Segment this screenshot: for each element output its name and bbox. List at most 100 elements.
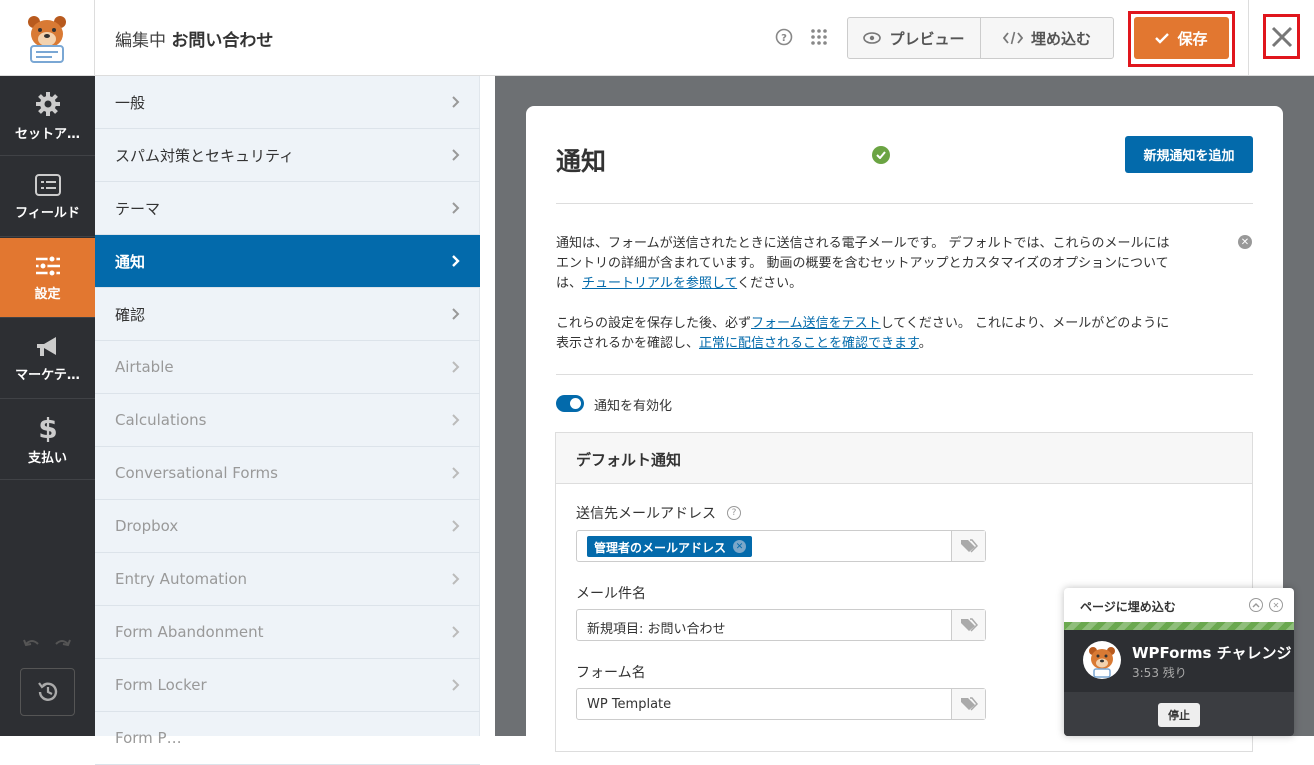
panel-title: 通知 — [556, 147, 607, 176]
settings-item-form-locker[interactable]: Form Locker — [95, 659, 480, 712]
toggle-label: 通知を有効化 — [594, 399, 673, 414]
settings-item-notifications[interactable]: 通知 — [95, 235, 480, 288]
chevron-right-icon — [452, 255, 460, 267]
close-button[interactable] — [1263, 14, 1300, 59]
chevron-right-icon — [452, 149, 460, 161]
history-icon — [37, 682, 57, 701]
tutorial-link[interactable]: チュートリアルを参照して — [582, 276, 737, 291]
send-to-field[interactable]: 管理者のメールアドレス ✕ — [576, 530, 986, 562]
megaphone-icon — [36, 336, 56, 356]
sidebar-item-label: フィールド — [15, 205, 80, 221]
divider — [556, 374, 1253, 375]
info-text-2: これらの設定を保存した後、必ずフォーム送信をテストしてください。 これにより、メ… — [556, 314, 1226, 354]
bear-avatar-icon — [1083, 641, 1121, 679]
tags-icon — [960, 539, 978, 553]
embed-button[interactable]: 埋め込む — [980, 18, 1113, 58]
settings-item-label: Form Locker — [115, 676, 207, 694]
info-line: 表示されるかを確認し、 — [556, 336, 700, 351]
delivery-link[interactable]: 正常に配信されることを確認できます — [699, 336, 919, 351]
preview-button[interactable]: プレビュー — [848, 18, 980, 58]
sliders-icon — [35, 254, 60, 277]
chevron-right-icon — [452, 202, 460, 214]
smart-tags-button[interactable] — [951, 610, 985, 640]
dollar-icon: $ — [38, 414, 57, 442]
settings-item-label: Form Abandonment — [115, 623, 264, 641]
info-line: 。 — [918, 336, 932, 351]
list-icon — [34, 173, 61, 196]
info-text-1: 通知は、フォームが送信されたときに送信される電子メールです。 デフォルトでは、こ… — [556, 234, 1226, 294]
smart-tags-button[interactable] — [951, 531, 985, 561]
close-icon[interactable]: ✕ — [1269, 598, 1283, 612]
save-button[interactable]: 保存 — [1134, 17, 1229, 59]
chevron-right-icon — [452, 361, 460, 373]
settings-item-spam[interactable]: スパム対策とセキュリティ — [95, 129, 480, 182]
settings-item-general[interactable]: 一般 — [95, 76, 480, 129]
embed-label: 埋め込む — [1030, 29, 1091, 48]
help-icon[interactable]: ? — [727, 506, 741, 520]
settings-item-calculations[interactable]: Calculations — [95, 394, 480, 447]
help-icon[interactable]: ? — [775, 28, 793, 46]
info-line: ください。 — [737, 276, 803, 291]
chevron-right-icon — [452, 96, 460, 108]
info-line: は、 — [556, 276, 583, 291]
eye-icon — [863, 32, 882, 44]
sidebar-item-payments[interactable]: $ 支払い — [0, 400, 95, 480]
remove-chip-icon[interactable]: ✕ — [733, 540, 747, 553]
undo-icon[interactable] — [23, 639, 39, 647]
challenge-title: WPForms チャレンジ — [1132, 644, 1292, 662]
chevron-right-icon — [452, 626, 460, 638]
settings-item-airtable[interactable]: Airtable — [95, 341, 480, 394]
settings-item-label: 通知 — [115, 252, 146, 271]
sidebar-item-label: セットア… — [14, 126, 80, 142]
subject-field[interactable]: 新規項目: お問い合わせ — [576, 609, 986, 641]
test-submission-link[interactable]: フォーム送信をテスト — [751, 316, 881, 331]
page-title: 編集中 お問い合わせ — [115, 26, 273, 51]
settings-menu: 一般 スパム対策とセキュリティ テーマ 通知 確認 Airtable Calcu… — [95, 76, 480, 765]
smart-tags-button[interactable] — [951, 689, 985, 719]
bear-logo-icon — [28, 16, 66, 63]
stop-challenge-button[interactable]: 停止 — [1158, 703, 1200, 727]
sidebar-item-settings[interactable]: 設定 — [0, 238, 95, 318]
sidebar-item-fields[interactable]: フィールド — [0, 157, 95, 237]
form-name-label: フォーム名 — [576, 665, 646, 681]
wpforms-logo — [0, 0, 95, 76]
sidebar-item-setup[interactable]: セットア… — [0, 76, 95, 156]
enable-notifications-toggle[interactable] — [556, 395, 584, 412]
challenge-progress-bar — [1064, 622, 1294, 630]
revisions-button[interactable] — [20, 668, 75, 716]
settings-item-conversational-forms[interactable]: Conversational Forms — [95, 447, 480, 500]
preview-label: プレビュー — [889, 29, 965, 48]
grid-dots-icon[interactable] — [810, 28, 828, 46]
tags-icon — [960, 697, 978, 711]
settings-item-label: Entry Automation — [115, 570, 248, 588]
section-title: デフォルト通知 — [556, 433, 1252, 484]
settings-item-label: Airtable — [115, 358, 174, 376]
add-notification-button[interactable]: 新規通知を追加 — [1125, 136, 1253, 173]
builder-sidebar: セットア… フィールド 設定 マーケテ… $ 支払い — [0, 76, 95, 736]
settings-item-form-pages[interactable]: Form P… — [95, 712, 480, 765]
settings-item-theme[interactable]: テーマ — [95, 182, 480, 235]
info-line: これらの設定を保存した後、必ず — [556, 316, 752, 331]
gear-icon — [35, 91, 60, 116]
redo-icon[interactable] — [55, 639, 71, 647]
settings-item-dropbox[interactable]: Dropbox — [95, 500, 480, 553]
sidebar-item-label: 設定 — [34, 286, 61, 302]
settings-item-confirmations[interactable]: 確認 — [95, 288, 480, 341]
chevron-right-icon — [452, 520, 460, 532]
send-to-label: 送信先メールアドレス — [576, 503, 716, 523]
check-icon — [1155, 33, 1170, 44]
preview-embed-group: プレビュー 埋め込む — [847, 17, 1114, 59]
settings-item-label: Form P… — [115, 729, 182, 747]
close-icon — [1271, 26, 1292, 47]
challenge-timer: 3:53 残り — [1132, 666, 1187, 680]
divider — [556, 203, 1253, 204]
form-name-field[interactable]: WP Template — [576, 688, 986, 720]
chip-label: 管理者のメールアドレス — [594, 541, 727, 555]
sidebar-item-marketing[interactable]: マーケテ… — [0, 319, 95, 399]
sidebar-item-label: マーケテ… — [15, 367, 80, 383]
dismiss-icon[interactable]: ✕ — [1238, 235, 1252, 249]
info-line: エントリの詳細が含まれています。 動画の概要を含むセットアップとカスタマイズのオ… — [556, 256, 1169, 271]
settings-item-form-abandonment[interactable]: Form Abandonment — [95, 606, 480, 659]
collapse-icon[interactable] — [1249, 598, 1263, 612]
settings-item-entry-automation[interactable]: Entry Automation — [95, 553, 480, 606]
